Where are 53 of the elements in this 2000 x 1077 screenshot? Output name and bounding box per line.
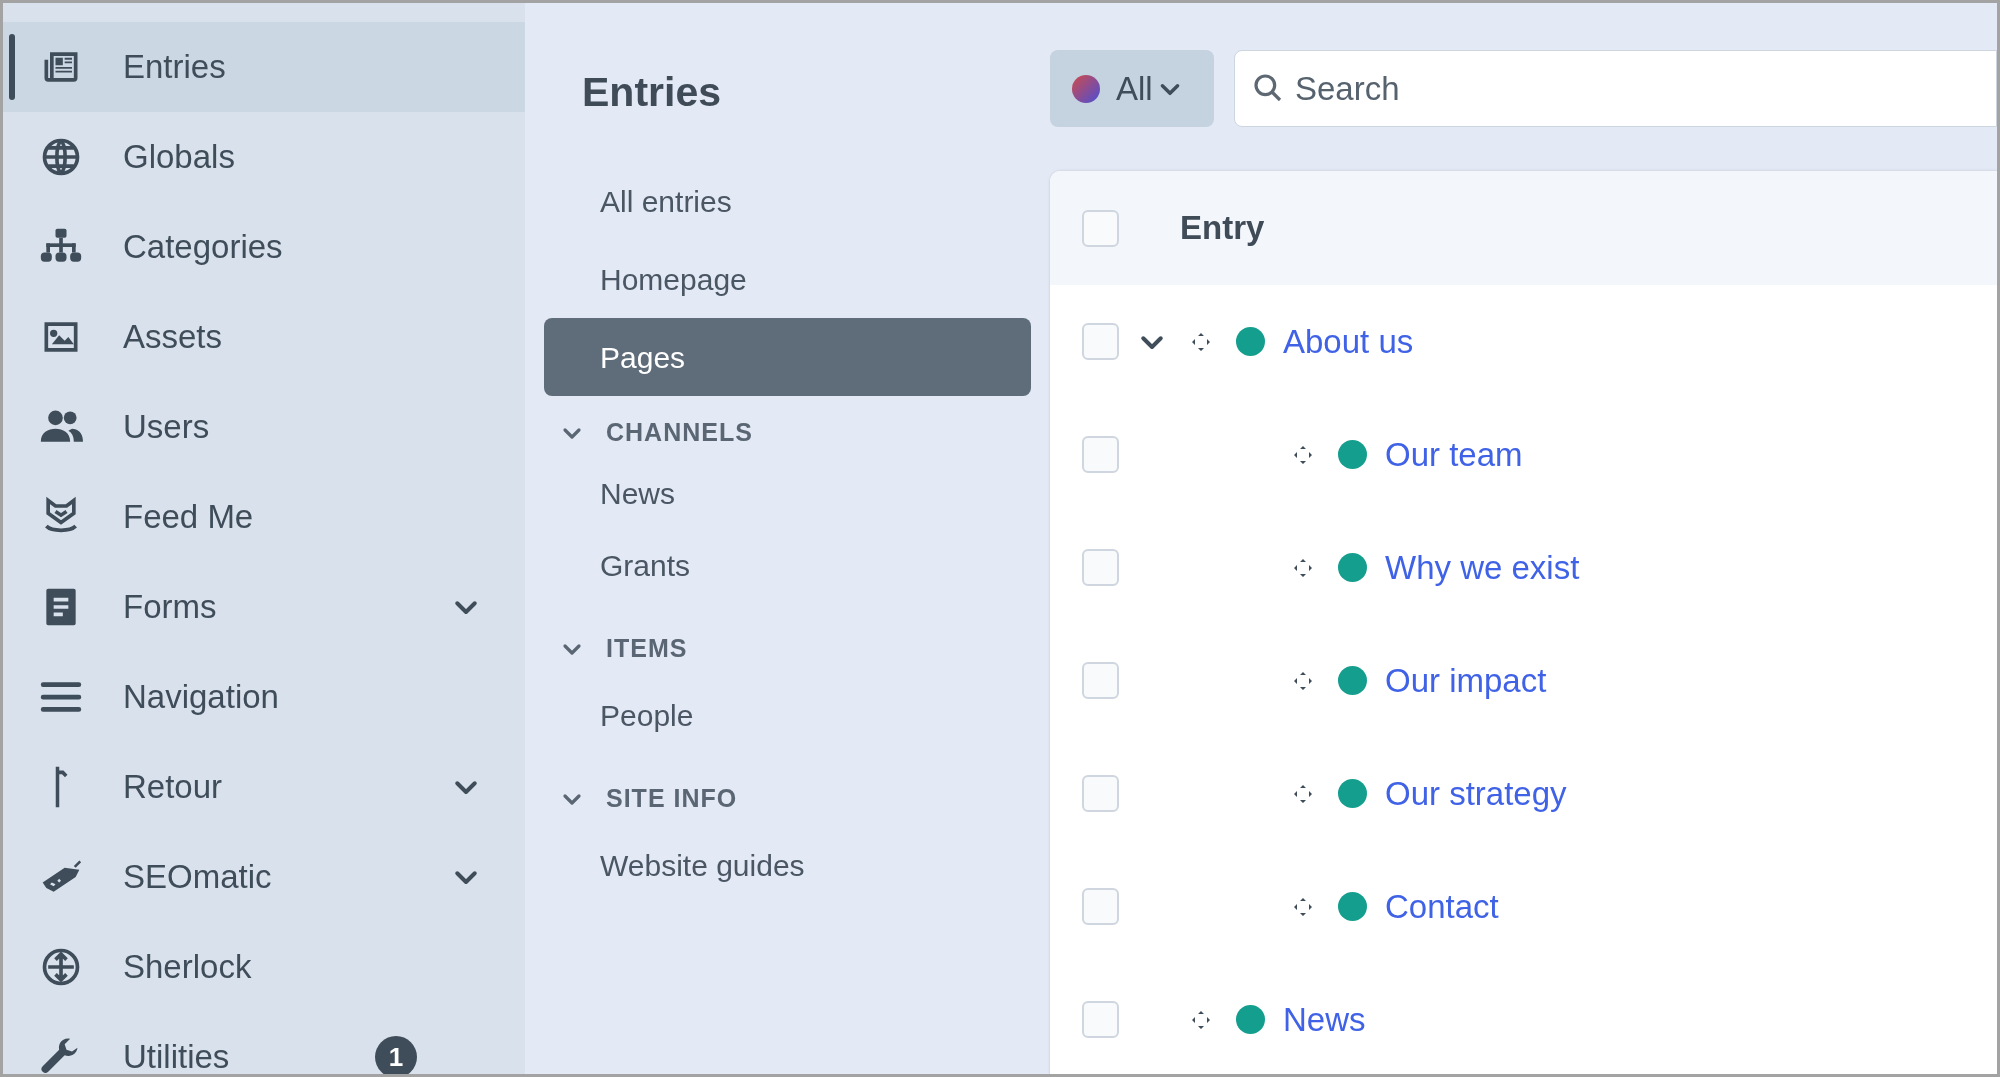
source-item[interactable]: People — [544, 676, 1031, 754]
move-icon[interactable] — [1191, 331, 1211, 352]
sidebar-item[interactable]: Categories — [3, 202, 525, 292]
sidebar-item[interactable]: Assets — [3, 292, 525, 382]
entry-link[interactable]: About us — [1283, 316, 1414, 367]
move-icon[interactable] — [1293, 670, 1313, 691]
sidebar-item[interactable]: Users — [3, 382, 525, 472]
notification-badge: 1 — [375, 1036, 417, 1074]
select-all-checkbox[interactable] — [1082, 209, 1119, 247]
site-menu-button[interactable]: All — [1050, 50, 1214, 127]
sidebar-item[interactable]: Feed Me — [3, 472, 525, 562]
site-globe-icon — [1072, 74, 1100, 103]
row-checkbox[interactable] — [1082, 436, 1119, 473]
source-item[interactable]: News — [544, 460, 1031, 526]
page-title: Entries — [582, 68, 722, 117]
entry-link[interactable]: Our strategy — [1385, 768, 1567, 819]
source-item[interactable]: Homepage — [544, 240, 1031, 318]
row-checkbox[interactable] — [1082, 662, 1119, 699]
row-checkbox[interactable] — [1082, 1001, 1119, 1038]
search-icon — [1252, 72, 1284, 104]
move-icon[interactable] — [1293, 557, 1313, 578]
source-item[interactable]: Grants — [544, 526, 1031, 604]
source-item[interactable]: Website guides — [544, 826, 1031, 904]
active-indicator — [9, 34, 15, 100]
column-header: Entry — [1180, 208, 1265, 249]
sidebar-item[interactable]: Navigation — [3, 652, 525, 742]
move-icon[interactable] — [1293, 444, 1313, 465]
sidebar-item[interactable]: Forms — [3, 562, 525, 652]
signpost-icon — [54, 765, 68, 809]
sidebar-item[interactable]: Sherlock — [3, 922, 525, 1012]
row-checkbox[interactable] — [1082, 323, 1119, 360]
move-icon[interactable] — [1191, 1009, 1211, 1030]
entry-link[interactable]: Our impact — [1385, 655, 1547, 706]
row-checkbox[interactable] — [1082, 888, 1119, 925]
move-icon[interactable] — [1293, 783, 1313, 804]
sidebar-item[interactable]: Utilities 1 — [3, 1012, 525, 1074]
row-checkbox[interactable] — [1082, 549, 1119, 586]
source-item[interactable]: Pages — [544, 318, 1031, 396]
search-field[interactable]: Search — [1234, 50, 1997, 127]
sidebar-item[interactable]: Retour — [3, 742, 525, 832]
entry-link[interactable]: Our team — [1385, 429, 1523, 480]
section-heading: ITEMS — [606, 633, 688, 665]
sidebar-item[interactable]: Globals — [3, 112, 525, 202]
row-checkbox[interactable] — [1082, 775, 1119, 812]
entry-link[interactable]: News — [1283, 994, 1366, 1045]
sidebar-item[interactable]: Entries — [3, 22, 525, 112]
sidebar-item[interactable]: SEOmatic — [3, 832, 525, 922]
source-item[interactable]: All entries — [544, 162, 1031, 240]
section-heading: SITE INFO — [606, 783, 738, 815]
section-heading: CHANNELS — [606, 417, 753, 449]
move-icon[interactable] — [1293, 896, 1313, 917]
entry-link[interactable]: Why we exist — [1385, 542, 1580, 593]
entry-link[interactable]: Contact — [1385, 881, 1499, 932]
